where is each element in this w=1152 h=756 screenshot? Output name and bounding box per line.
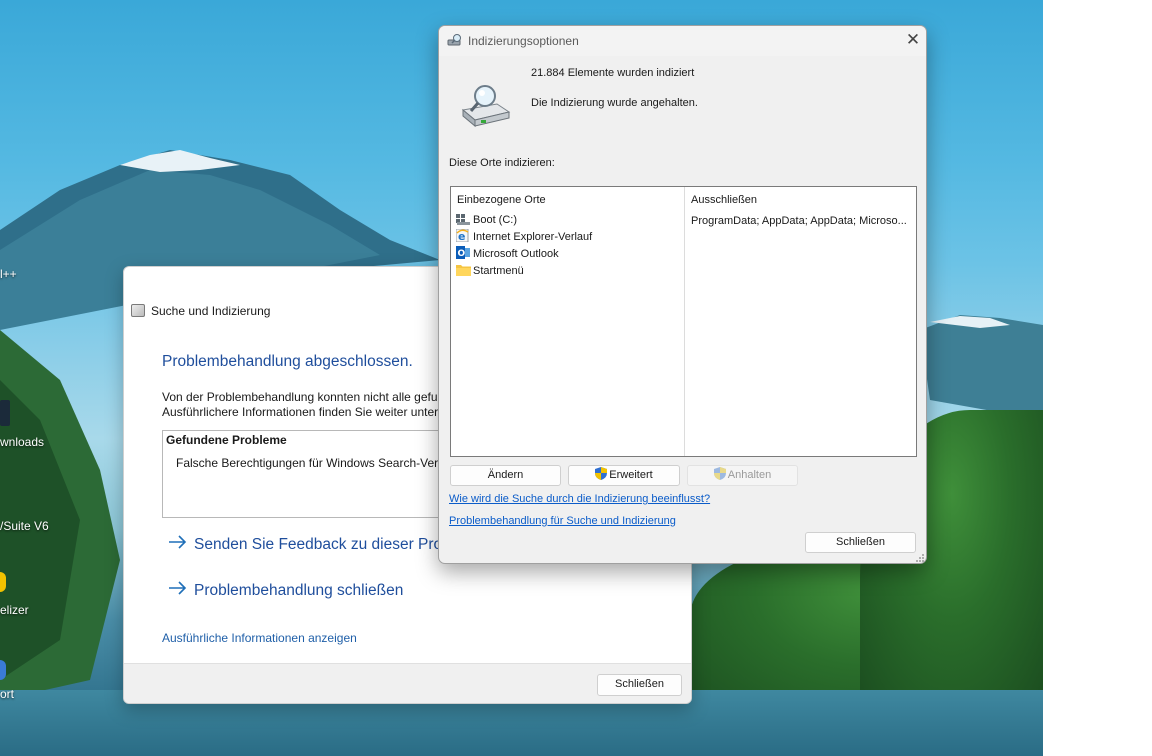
location-row[interactable]: Startmenü (456, 263, 524, 279)
desktop-label[interactable]: elizer (0, 603, 29, 617)
description-line: Von der Problembehandlung konnten nicht … (162, 390, 438, 404)
problems-found-header: Gefundene Probleme (166, 433, 287, 447)
troubleshooter-heading: Problembehandlung abgeschlossen. (162, 353, 413, 370)
desktop-label[interactable]: wnloads (0, 435, 44, 449)
indexed-locations-list[interactable]: Einbezogene Orte Ausschließen Boot (C:) … (450, 186, 917, 457)
troubleshooter-description: Von der Problembehandlung konnten nicht … (162, 390, 452, 420)
location-label: Startmenü (473, 265, 524, 277)
description-line: Ausführlichere Informationen finden Sie … (162, 405, 439, 419)
advanced-button[interactable]: Erweitert (568, 465, 680, 486)
troubleshooter-title: Suche und Indizierung (151, 304, 271, 318)
ie-icon: e (455, 228, 471, 243)
location-row[interactable]: e Internet Explorer-Verlauf (455, 228, 593, 245)
desktop-app-icon[interactable] (0, 572, 6, 592)
pause-button[interactable]: Anhalten (687, 465, 798, 486)
outlook-icon: O (456, 246, 471, 259)
advanced-button-label: Erweitert (609, 469, 653, 481)
folder-icon (456, 263, 471, 276)
problems-found-box: Gefundene Probleme Falsche Berechtigunge… (162, 430, 462, 518)
location-row[interactable]: O Microsoft Outlook (456, 246, 559, 262)
desktop-label[interactable]: ort (0, 687, 14, 701)
problem-item[interactable]: Falsche Berechtigungen für Windows Searc… (176, 456, 451, 470)
close-icon[interactable]: ✕ (904, 31, 922, 49)
svg-text:O: O (458, 249, 466, 259)
index-locations-label: Diese Orte indizieren: (449, 157, 555, 169)
location-label: Boot (C:) (473, 214, 518, 226)
modify-button[interactable]: Ändern (450, 465, 561, 486)
desktop-app-icon[interactable] (0, 400, 10, 426)
dialog-titlebar[interactable]: Indizierungsoptionen ✕ (439, 26, 926, 56)
drive-icon (456, 212, 471, 225)
troubleshooter-close-button[interactable]: Schließen (597, 674, 682, 696)
column-divider (684, 187, 685, 456)
indexing-drive-magnifier-icon (459, 84, 511, 131)
close-troubleshooter-link[interactable]: Problembehandlung schließen (168, 581, 403, 600)
indexing-close-button[interactable]: Schließen (805, 532, 916, 553)
desktop-label[interactable]: /Suite V6 (0, 519, 49, 533)
desktop-app-icon[interactable] (0, 660, 6, 680)
column-header-exclude[interactable]: Ausschließen (691, 194, 757, 206)
dialog-title: Indizierungsoptionen (468, 34, 579, 48)
troubleshooter-footer: Schließen (124, 663, 691, 703)
pause-button-label: Anhalten (727, 469, 772, 481)
feedback-link-label: Senden Sie Feedback zu dieser Prob (194, 536, 451, 553)
exclusions-text: ProgramData; AppData; AppData; Microso..… (691, 215, 907, 227)
arrow-right-icon (168, 581, 188, 600)
location-label: Internet Explorer-Verlauf (473, 231, 593, 243)
column-header-included[interactable]: Einbezogene Orte (457, 194, 546, 206)
how-indexing-affects-search-link[interactable]: Wie wird die Suche durch die Indizierung… (449, 493, 710, 505)
uac-shield-icon (595, 467, 608, 480)
show-details-link[interactable]: Ausführliche Informationen anzeigen (162, 631, 357, 645)
location-label: Microsoft Outlook (473, 248, 559, 260)
items-indexed-count: 21.884 Elemente wurden indiziert (531, 67, 695, 79)
desktop-label[interactable]: l++ (0, 267, 17, 281)
indexing-title-icon (447, 33, 463, 50)
indexing-status: Die Indizierung wurde angehalten. (531, 97, 698, 109)
resize-grip-icon[interactable] (915, 552, 925, 562)
arrow-right-icon (168, 535, 188, 554)
location-row[interactable]: Boot (C:) (456, 212, 517, 228)
feedback-link[interactable]: Senden Sie Feedback zu dieser Prob (168, 535, 451, 554)
troubleshoot-search-indexing-link[interactable]: Problembehandlung für Suche und Indizier… (449, 515, 676, 527)
troubleshooter-window-icon (131, 304, 145, 317)
indexing-options-dialog: Indizierungsoptionen ✕ 21.884 Elemente w… (438, 25, 927, 564)
close-troubleshooter-label: Problembehandlung schließen (194, 582, 404, 599)
uac-shield-icon (713, 467, 726, 480)
